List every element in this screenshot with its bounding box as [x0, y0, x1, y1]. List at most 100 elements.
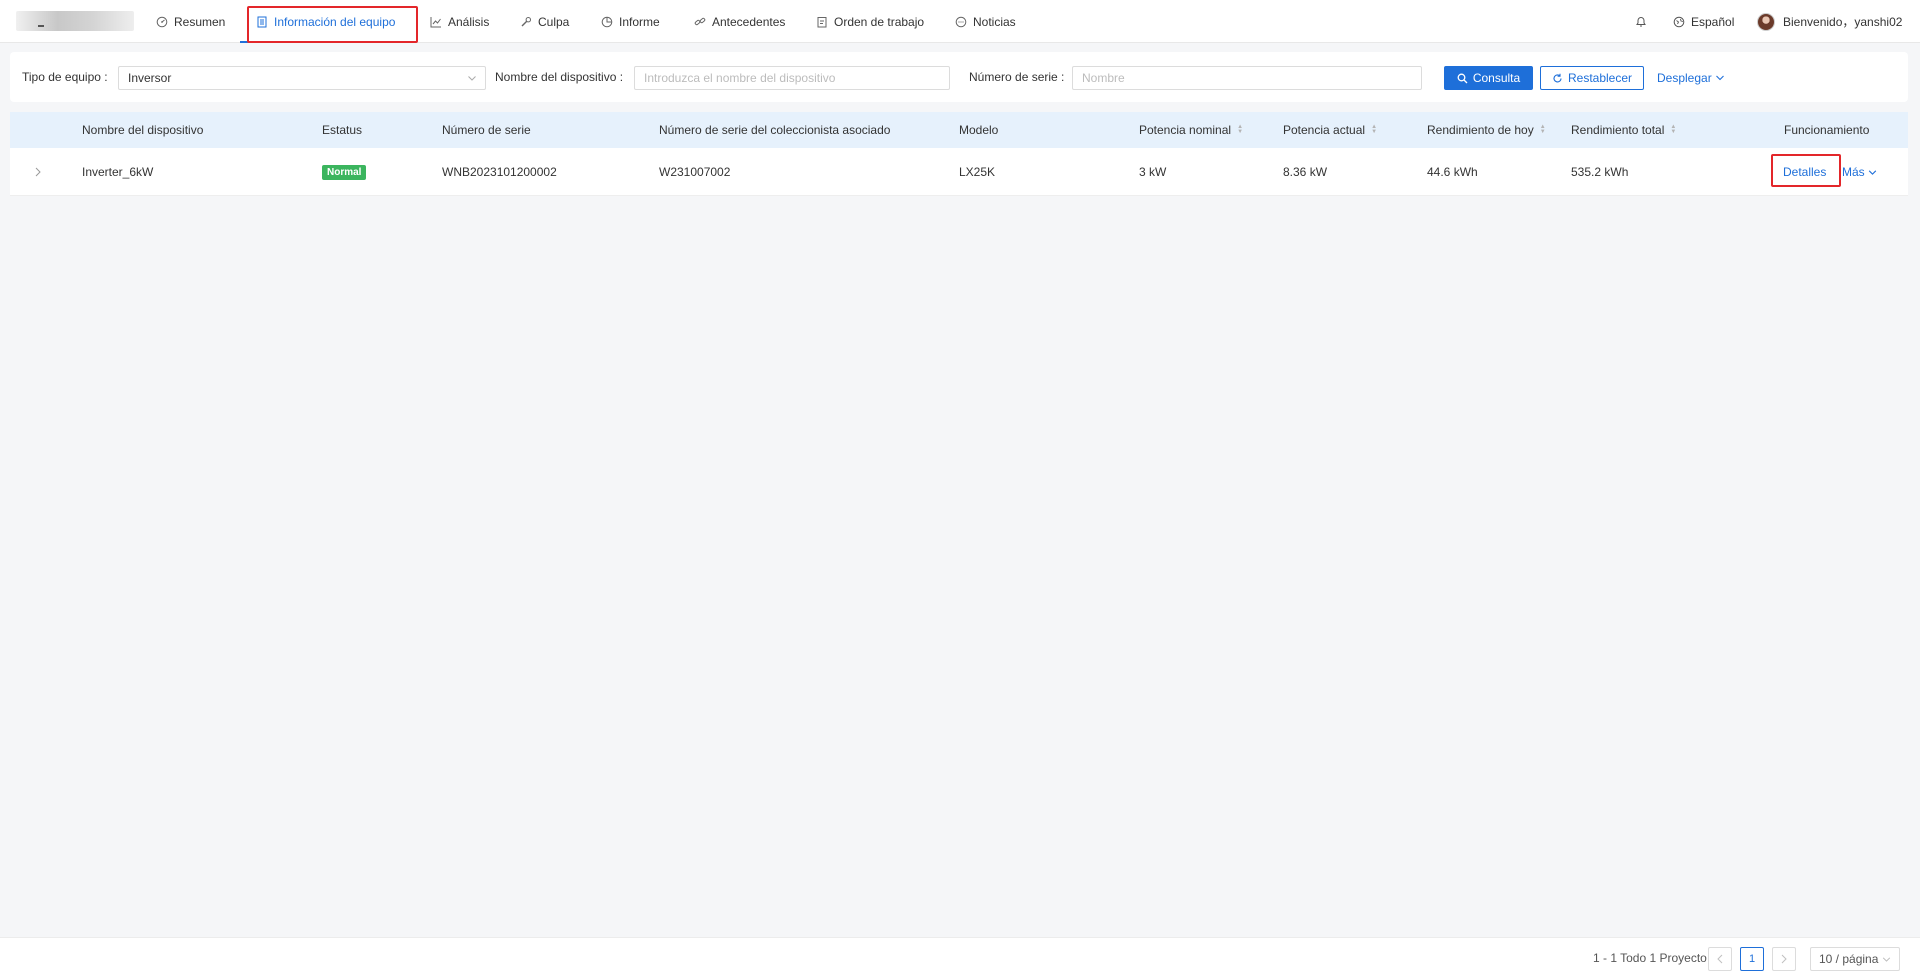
serial-number-label: Número de serie : [969, 70, 1065, 84]
language-label: Español [1691, 14, 1735, 29]
pagination-summary: 1 - 1 Todo 1 Proyecto [1593, 951, 1707, 965]
chevron-down-icon [1715, 73, 1725, 83]
logo-mark [38, 25, 44, 27]
active-tab-indicator [240, 41, 412, 43]
cell-model: LX25K [959, 165, 996, 179]
column-header-serial: Número de serie [442, 123, 531, 137]
page-size-select[interactable]: 10 / página [1810, 947, 1901, 971]
sort-icon: ▲ ▼ [1539, 124, 1546, 135]
chevron-down-icon [1868, 168, 1877, 177]
wrench-icon [520, 16, 532, 28]
query-button-label: Consulta [1472, 71, 1521, 85]
more-label: Más [1842, 165, 1865, 179]
document-icon [256, 16, 268, 28]
top-navigation-bar: Resumen Información del equipo Análisis … [0, 0, 1920, 43]
nav-item-resumen[interactable]: Resumen [156, 0, 225, 43]
column-header-collector-serial: Número de serie del coleccionista asocia… [659, 123, 891, 137]
column-header-label: Rendimiento de hoy [1427, 123, 1534, 137]
column-header-label: Rendimiento total [1571, 123, 1665, 137]
column-header-status: Estatus [322, 123, 363, 137]
column-header-label: Potencia nominal [1139, 123, 1232, 137]
welcome-text: Bienvenido，yanshi02 [1783, 15, 1903, 29]
chevron-right-icon [34, 167, 42, 177]
column-header-label: Potencia actual [1283, 123, 1366, 137]
search-icon [1457, 73, 1468, 84]
chevron-down-icon [467, 71, 477, 85]
expand-filters-link[interactable]: Desplegar [1657, 66, 1725, 90]
nav-item-label: Culpa [538, 14, 570, 29]
column-header-yield-total[interactable]: Rendimiento total ▲ ▼ [1571, 112, 1676, 148]
chevron-right-icon [1780, 954, 1788, 964]
nav-item-informe[interactable]: Informe [601, 0, 660, 43]
serial-number-input[interactable]: Nombre [1072, 66, 1422, 90]
equipment-type-label: Tipo de equipo : [22, 70, 108, 84]
nav-item-culpa[interactable]: Culpa [520, 0, 569, 43]
sort-icon: ▲ ▼ [1670, 124, 1677, 135]
avatar [1757, 12, 1775, 31]
user-menu[interactable]: Bienvenido，yanshi02 [1757, 0, 1902, 43]
table-row[interactable]: Inverter_6kW Normal WNB2023101200002 W23… [10, 148, 1908, 196]
cell-rated-power: 3 kW [1139, 165, 1167, 179]
device-name-placeholder: Introduzca el nombre del dispositivo [644, 71, 836, 85]
next-page-button[interactable] [1772, 947, 1796, 971]
prev-page-button[interactable] [1708, 947, 1732, 971]
pie-chart-icon [601, 16, 613, 28]
chevron-left-icon [1716, 954, 1724, 964]
equipment-type-select[interactable]: Inversor [118, 66, 486, 90]
language-switcher[interactable]: Español [1673, 0, 1734, 43]
expand-label: Desplegar [1657, 71, 1712, 85]
cell-current-power: 8.36 kW [1283, 165, 1328, 179]
globe-icon [1673, 16, 1685, 28]
sort-icon: ▲ ▼ [1237, 124, 1244, 135]
refresh-icon [1552, 73, 1563, 84]
reset-button-label: Restablecer [1567, 71, 1633, 85]
gauge-icon [156, 16, 168, 28]
equipment-type-value: Inversor [128, 71, 172, 85]
cell-yield-total: 535.2 kWh [1571, 165, 1629, 179]
nav-item-antecedentes[interactable]: Antecedentes [694, 0, 785, 43]
column-header-operation: Funcionamiento [1784, 123, 1870, 137]
column-header-model: Modelo [959, 123, 999, 137]
link-icon [694, 16, 706, 28]
serial-number-placeholder: Nombre [1082, 71, 1125, 85]
expand-row-button[interactable] [34, 148, 42, 196]
column-header-rated-power[interactable]: Potencia nominal ▲ ▼ [1139, 112, 1243, 148]
column-header-device-name: Nombre del dispositivo [82, 123, 204, 137]
chevron-down-icon [1882, 955, 1891, 964]
nav-item-label: Noticias [973, 14, 1016, 29]
filter-panel: Tipo de equipo : Inversor Nombre del dis… [10, 52, 1908, 102]
sort-icon: ▲ ▼ [1371, 124, 1378, 135]
nav-item-label: Antecedentes [712, 14, 786, 29]
cell-yield-today: 44.6 kWh [1427, 165, 1478, 179]
page-size-value: 10 / página [1819, 952, 1879, 966]
bell-icon [1635, 15, 1647, 28]
nav-item-analisis[interactable]: Análisis [430, 0, 489, 43]
column-header-current-power[interactable]: Potencia actual ▲ ▼ [1283, 112, 1377, 148]
nav-item-informacion-del-equipo[interactable]: Información del equipo [256, 0, 395, 43]
reset-button[interactable]: Restablecer [1540, 66, 1644, 90]
nav-item-label: Resumen [174, 14, 226, 29]
nav-item-orden-de-trabajo[interactable]: Orden de trabajo [816, 0, 924, 43]
nav-item-noticias[interactable]: Noticias [955, 0, 1016, 43]
clipboard-icon [816, 16, 828, 28]
page-button-current[interactable]: 1 [1740, 947, 1764, 971]
cell-serial: WNB2023101200002 [442, 165, 557, 179]
query-button[interactable]: Consulta [1444, 66, 1533, 90]
notification-button[interactable] [1635, 0, 1647, 43]
device-table: Nombre del dispositivo Estatus Número de… [10, 112, 1908, 196]
pagination-bar: 1 - 1 Todo 1 Proyecto 1 10 / página [0, 937, 1920, 977]
nav-item-label: Análisis [448, 14, 490, 29]
details-link[interactable]: Detalles [1783, 148, 1826, 196]
more-actions-dropdown[interactable]: Más [1842, 148, 1877, 196]
company-logo[interactable] [16, 11, 134, 31]
status-badge: Normal [322, 164, 367, 180]
details-link-label: Detalles [1783, 165, 1827, 179]
device-name-input[interactable]: Introduzca el nombre del dispositivo [634, 66, 950, 90]
cell-device-name: Inverter_6kW [82, 165, 154, 179]
line-chart-icon [430, 16, 442, 28]
cell-collector-serial: W231007002 [659, 165, 731, 179]
column-header-yield-today[interactable]: Rendimiento de hoy ▲ ▼ [1427, 112, 1546, 148]
nav-item-label: Información del equipo [274, 14, 396, 29]
nav-item-label: Orden de trabajo [834, 14, 925, 29]
device-name-label: Nombre del dispositivo : [495, 70, 624, 84]
